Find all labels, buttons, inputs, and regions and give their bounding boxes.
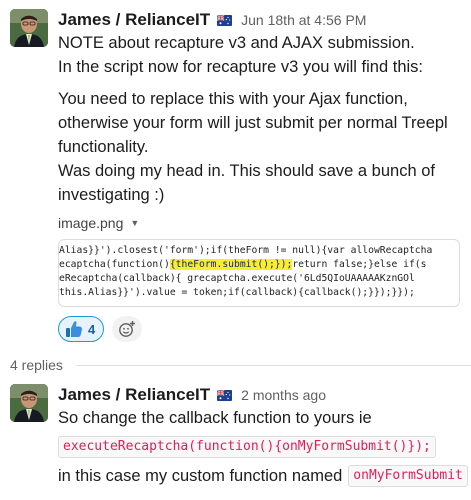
message-line: So change the callback function to yours…: [58, 409, 372, 427]
avatar[interactable]: [10, 384, 48, 422]
timestamp[interactable]: Jun 18th at 4:56 PM: [241, 12, 366, 28]
inline-code: onMyFormSubmit: [348, 465, 468, 487]
message-line: in this case my custom function named: [58, 467, 343, 485]
australia-flag-icon: [217, 389, 233, 401]
attachment-image[interactable]: Alias}}').closest('form');if(theForm != …: [58, 239, 460, 307]
replies-count: 4 replies: [10, 357, 63, 373]
thumbs-up-icon: [66, 321, 83, 337]
attachment-title[interactable]: image.png ▼: [58, 213, 471, 233]
add-reaction-icon: [119, 321, 136, 337]
highlighted-code: {theForm.submit();});: [169, 259, 293, 270]
reaction-count: 4: [88, 321, 96, 337]
message: James / RelianceIT 2 months ago So chang…: [0, 384, 471, 500]
message-line: Was doing my head in. This should save a…: [58, 162, 435, 180]
divider-line: [76, 364, 471, 366]
message: James / RelianceIT Jun 18th at 4:56 PM N…: [0, 9, 471, 349]
attachment-filename[interactable]: image.png: [58, 215, 123, 231]
image-code-line: Alias}}').closest('form');if(theForm != …: [59, 245, 433, 256]
timestamp[interactable]: 2 months ago: [241, 387, 326, 403]
image-code-line: this.Alias}}').value = token;if(callback…: [59, 287, 415, 298]
image-code-line: eRecaptcha(callback){ grecaptcha.execute…: [59, 273, 415, 284]
message-line: You need to replace this with your Ajax …: [58, 90, 408, 108]
user-photo-icon: [10, 384, 48, 422]
australia-flag-icon: [217, 14, 233, 26]
thread-divider: 4 replies: [10, 355, 471, 375]
user-photo-icon: [10, 9, 48, 47]
code-block: executeRecaptcha(function(){onMyFormSubm…: [58, 436, 436, 458]
reactions-bar: 4: [58, 315, 471, 343]
message-line: otherwise your form will just submit per…: [58, 114, 448, 132]
message-line: NOTE about recapture v3 and AJAX submiss…: [58, 34, 415, 52]
author-name[interactable]: James / RelianceIT: [58, 10, 210, 30]
message-line: In the script now for recapture v3 you w…: [58, 58, 423, 76]
image-code-line: ecaptcha(function(){theForm.submit();});…: [59, 259, 427, 270]
add-reaction-button[interactable]: [112, 316, 143, 342]
author-name[interactable]: James / RelianceIT: [58, 385, 210, 405]
message-line: functionality.: [58, 138, 149, 156]
reaction-thumbs-up[interactable]: 4: [58, 316, 105, 342]
chevron-down-icon[interactable]: ▼: [130, 218, 139, 228]
avatar[interactable]: [10, 9, 48, 47]
message-line: investigating :): [58, 186, 165, 204]
